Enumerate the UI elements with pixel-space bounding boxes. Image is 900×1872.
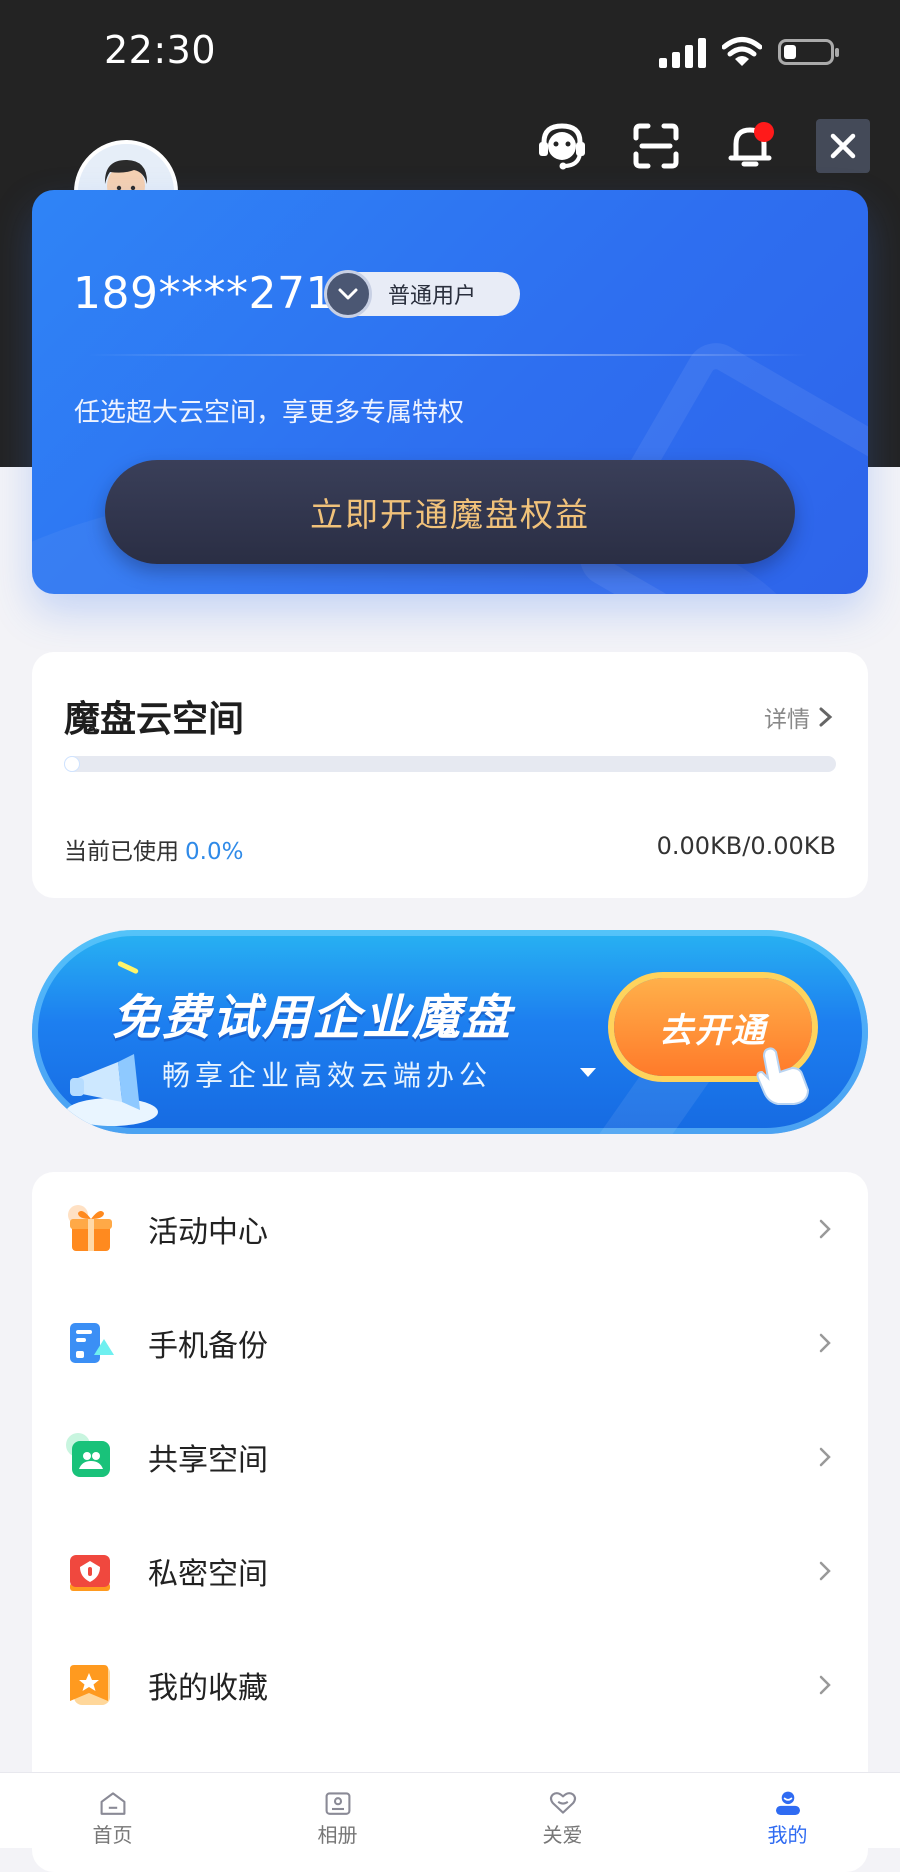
menu-item-activity-center[interactable]: 活动中心 [32, 1172, 868, 1286]
usage-label-text: 当前已使用 [64, 839, 179, 865]
nav-label: 我的 [767, 1823, 808, 1847]
details-label: 详情 [764, 707, 810, 733]
promo-text: 任选超大云空间，享更多专属特权 [74, 398, 465, 428]
chevron-right-icon [819, 1561, 831, 1581]
nav-tab-care[interactable]: 关爱 [450, 1773, 675, 1848]
shared-space-icon [66, 1433, 110, 1477]
chevron-right-icon [819, 1675, 831, 1695]
status-time: 22:30 [104, 28, 217, 72]
close-icon [830, 133, 856, 159]
menu-item-phone-backup[interactable]: 手机备份 [32, 1286, 868, 1400]
bell-icon[interactable] [722, 118, 778, 174]
favorite-icon [70, 1665, 110, 1705]
megaphone-icon [66, 1054, 158, 1126]
banner-subtitle: 畅享企业高效云端办公 [162, 1059, 493, 1092]
nav-label: 首页 [92, 1823, 133, 1847]
member-card: 任选超大云空间，享更多专属特权 立即开通魔盘权益 [32, 190, 868, 594]
album-icon [325, 1792, 350, 1815]
storage-progress-knob [64, 756, 80, 772]
storage-details-link[interactable]: 详情 [764, 700, 834, 734]
battery-icon [778, 39, 839, 65]
storage-title: 魔盘云空间 [64, 699, 245, 740]
phone-backup-icon [70, 1323, 114, 1363]
notification-dot [754, 122, 774, 142]
menu-item-favorites[interactable]: 我的收藏 [32, 1628, 868, 1742]
chevron-right-icon [819, 1447, 831, 1467]
menu-item-label: 共享空间 [148, 1443, 268, 1478]
banner-decoration [580, 1068, 596, 1077]
banner-title: 免费试用企业魔盘 [112, 990, 513, 1046]
header-actions [534, 118, 870, 174]
user-level-label: 普通用户 [388, 284, 477, 309]
status-icons [659, 36, 839, 68]
menu-list: 活动中心 手机备份 共享空间 私密空间 我的收藏 [32, 1172, 868, 1872]
chevron-right-icon [819, 1219, 831, 1239]
nav-label: 关爱 [542, 1823, 583, 1847]
private-space-icon [70, 1555, 110, 1591]
menu-item-label: 我的收藏 [148, 1671, 268, 1706]
usage-label: 当前已使用 0.0% [64, 832, 243, 866]
signal-icon [659, 36, 706, 68]
user-level-badge[interactable]: 普通用户 [324, 270, 520, 318]
phone-number: 189****2711 [73, 268, 363, 319]
shield-icon [324, 270, 372, 318]
usage-size: 0.00KB/0.00KB [656, 832, 836, 860]
gift-icon [68, 1205, 112, 1251]
menu-item-private-space[interactable]: 私密空间 [32, 1514, 868, 1628]
enterprise-trial-banner[interactable]: 免费试用企业魔盘 畅享企业高效云端办公 去开通 [32, 930, 868, 1134]
menu-item-label: 活动中心 [148, 1215, 268, 1250]
nav-tab-album[interactable]: 相册 [225, 1773, 450, 1848]
bottom-nav: 首页 相册 关爱 我的 [0, 1772, 900, 1848]
home-icon [100, 1792, 125, 1815]
usage-percent: 0.0% [185, 839, 244, 865]
close-button[interactable] [816, 119, 870, 173]
profile-icon [775, 1791, 800, 1815]
customer-service-icon[interactable] [534, 118, 590, 174]
care-icon [549, 1792, 576, 1814]
storage-card: 魔盘云空间 详情 当前已使用 0.0% 0.00KB/0.00KB [32, 652, 868, 898]
menu-item-shared-space[interactable]: 共享空间 [32, 1400, 868, 1514]
nav-tab-profile[interactable]: 我的 [675, 1773, 900, 1848]
wifi-icon [722, 37, 762, 66]
menu-item-label: 手机备份 [148, 1329, 268, 1364]
menu-item-label: 私密空间 [148, 1557, 268, 1592]
banner-decoration [116, 960, 140, 975]
pointer-hand-icon [756, 1047, 810, 1105]
nav-tab-home[interactable]: 首页 [0, 1773, 225, 1848]
chevron-right-icon [819, 1333, 831, 1353]
storage-progress-bar [64, 756, 836, 772]
open-membership-button[interactable]: 立即开通魔盘权益 [105, 460, 795, 564]
nav-label: 相册 [317, 1823, 358, 1847]
scan-icon[interactable] [628, 118, 684, 174]
card-divider [88, 354, 808, 356]
chevron-right-icon [819, 707, 833, 727]
